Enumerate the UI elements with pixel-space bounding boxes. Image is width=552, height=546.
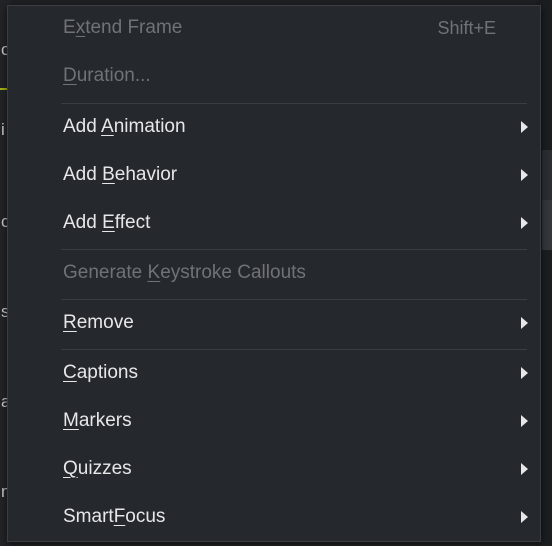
- menu-separator: [61, 103, 527, 104]
- menu-separator: [61, 249, 527, 250]
- menu-item-add-animation[interactable]: Add Animation: [8, 105, 540, 149]
- submenu-arrow-icon: [521, 367, 528, 379]
- menu-item-label: Extend Frame: [63, 17, 183, 38]
- menu-item-label: Add Effect: [63, 212, 151, 233]
- menu-item-generate-keystroke-callouts[interactable]: Generate Keystroke Callouts: [8, 251, 540, 295]
- menu-item-markers[interactable]: Markers: [8, 399, 540, 443]
- menu-item-label: Remove: [63, 312, 134, 333]
- background-block: [542, 200, 552, 250]
- menu-item-label: Add Behavior: [63, 164, 178, 185]
- menu-separator: [61, 349, 527, 350]
- menu-item-duration[interactable]: Duration...: [8, 54, 540, 98]
- menu-item-label: Markers: [63, 410, 132, 431]
- menu-item-label: Add Animation: [63, 116, 186, 137]
- submenu-arrow-icon: [521, 217, 528, 229]
- menu-item-label: SmartFocus: [63, 506, 166, 527]
- submenu-arrow-icon: [521, 415, 528, 427]
- menu-item-label: Duration...: [63, 65, 151, 86]
- menu-item-captions[interactable]: Captions: [8, 351, 540, 395]
- submenu-arrow-icon: [521, 169, 528, 181]
- menu-item-label: Quizzes: [63, 458, 132, 479]
- menu-item-add-effect[interactable]: Add Effect: [8, 201, 540, 245]
- submenu-arrow-icon: [521, 463, 528, 475]
- context-menu: Extend Frame Shift+E Duration... Add Ani…: [7, 5, 541, 542]
- menu-item-remove[interactable]: Remove: [8, 301, 540, 345]
- menu-item-quizzes[interactable]: Quizzes: [8, 447, 540, 491]
- background-block: [542, 150, 552, 200]
- menu-item-label: Captions: [63, 362, 139, 383]
- menu-separator: [61, 299, 527, 300]
- shortcut-text: Shift+E: [437, 17, 496, 38]
- menu-item-add-behavior[interactable]: Add Behavior: [8, 153, 540, 197]
- submenu-arrow-icon: [521, 317, 528, 329]
- menu-item-smartfocus[interactable]: SmartFocus: [8, 495, 540, 539]
- menu-item-extend-frame[interactable]: Extend Frame Shift+E: [8, 6, 540, 50]
- menu-item-label: Generate Keystroke Callouts: [63, 262, 306, 283]
- app-window: o i c s a n Extend Frame Shift+E Duratio…: [0, 0, 552, 546]
- submenu-arrow-icon: [521, 511, 528, 523]
- submenu-arrow-icon: [521, 121, 528, 133]
